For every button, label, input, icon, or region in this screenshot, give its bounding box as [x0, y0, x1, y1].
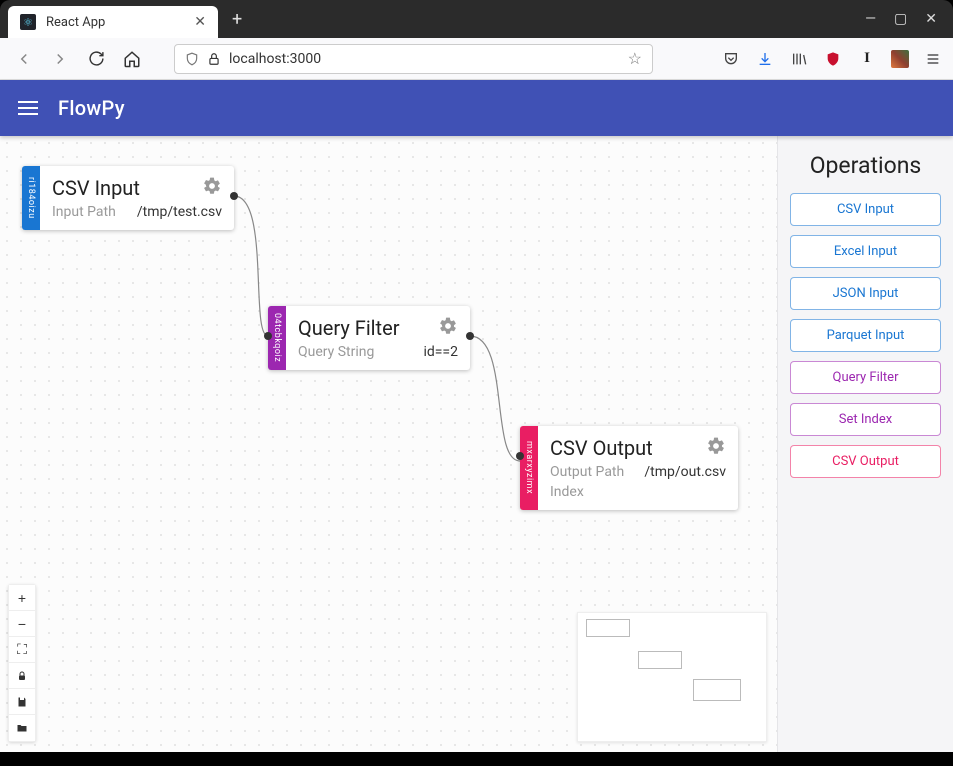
- minimap-node: [693, 679, 741, 701]
- browser-tab[interactable]: ⚛ React App ✕: [8, 6, 218, 38]
- param-label: Output Path: [550, 464, 624, 480]
- minimap-node: [586, 619, 630, 637]
- react-favicon: ⚛: [20, 14, 36, 30]
- operation-button[interactable]: JSON Input: [790, 277, 941, 310]
- new-tab-button[interactable]: +: [232, 9, 242, 30]
- node-body: CSV Output Output Path/tmp/out.csv Index: [538, 426, 738, 510]
- gear-icon[interactable]: [706, 436, 726, 460]
- param-label: Index: [550, 484, 584, 500]
- window-maximize-icon[interactable]: ▢: [894, 11, 907, 27]
- tab-close-icon[interactable]: ✕: [194, 14, 206, 30]
- download-icon[interactable]: [755, 49, 775, 69]
- tab-title: React App: [46, 15, 184, 30]
- app-title: FlowPy: [58, 96, 125, 120]
- window-minimize-icon[interactable]: —: [865, 11, 876, 27]
- nav-home-icon[interactable]: [118, 45, 146, 73]
- param-value: /tmp/test.csv: [137, 204, 222, 220]
- node-body: Query Filter Query String id==2: [286, 306, 470, 370]
- extension-icon[interactable]: [891, 50, 909, 68]
- param-label: Query String: [298, 344, 374, 360]
- nav-back-icon[interactable]: [10, 45, 38, 73]
- browser-menu-icon[interactable]: [923, 49, 943, 69]
- node-title: CSV Input: [52, 176, 140, 200]
- node-id-tag: ri184oizu: [22, 166, 40, 230]
- operation-button[interactable]: Parquet Input: [790, 319, 941, 352]
- param-value: id==2: [423, 344, 458, 360]
- node-title: Query Filter: [298, 316, 399, 340]
- window-close-icon[interactable]: ✕: [925, 11, 937, 27]
- sidebar-title: Operations: [790, 152, 941, 179]
- flow-node[interactable]: 04tcbkqoiz Query Filter Query String id==2: [268, 306, 470, 370]
- node-title: CSV Output: [550, 436, 653, 460]
- node-id: ri184oizu: [26, 177, 36, 219]
- nav-forward-icon[interactable]: [46, 45, 74, 73]
- url-bar[interactable]: localhost:3000 ☆: [174, 44, 653, 74]
- library-icon[interactable]: [789, 49, 809, 69]
- param-label: Input Path: [52, 204, 116, 220]
- operation-button[interactable]: Excel Input: [790, 235, 941, 268]
- input-port[interactable]: [516, 452, 524, 460]
- flow-node[interactable]: mxarxyzimx CSV Output Output Path/tmp/out.…: [520, 426, 738, 510]
- node-body: CSV Input Input Path/tmp/test.csv: [40, 166, 234, 230]
- input-port[interactable]: [264, 332, 272, 340]
- output-port[interactable]: [230, 192, 238, 200]
- gear-icon[interactable]: [438, 316, 458, 340]
- extension-i-icon[interactable]: I: [857, 49, 877, 69]
- canvas-controls: + − ⛶: [8, 584, 36, 742]
- ublock-icon[interactable]: [823, 49, 843, 69]
- zoom-out-button[interactable]: −: [9, 611, 35, 637]
- nav-reload-icon[interactable]: [82, 45, 110, 73]
- bookmark-star-icon[interactable]: ☆: [628, 49, 642, 68]
- node-param-row: Query String id==2: [298, 344, 458, 360]
- app-header: FlowPy: [0, 80, 953, 136]
- operation-button[interactable]: CSV Output: [790, 445, 941, 478]
- url-text: localhost:3000: [229, 51, 620, 67]
- flow-canvas[interactable]: ri184oizu CSV Input Input Path/tmp/test.cs…: [0, 136, 777, 752]
- zoom-in-button[interactable]: +: [9, 585, 35, 611]
- fit-view-button[interactable]: ⛶: [9, 637, 35, 663]
- lock-button[interactable]: [9, 663, 35, 689]
- output-port[interactable]: [466, 332, 474, 340]
- lock-icon: [207, 52, 221, 66]
- operation-button[interactable]: Query Filter: [790, 361, 941, 394]
- folder-button[interactable]: [9, 715, 35, 741]
- node-param-row: Output Path/tmp/out.csv: [550, 464, 726, 480]
- node-id: mxarxyzimx: [524, 441, 534, 494]
- param-value: /tmp/out.csv: [644, 464, 726, 480]
- node-param-row: Index: [550, 484, 726, 500]
- shield-icon: [185, 52, 199, 66]
- node-id-tag: mxarxyzimx: [520, 426, 538, 510]
- save-button[interactable]: [9, 689, 35, 715]
- pocket-icon[interactable]: [721, 49, 741, 69]
- node-id: 04tcbkqoiz: [272, 313, 282, 362]
- browser-toolbar: localhost:3000 ☆ I: [0, 38, 953, 80]
- minimap[interactable]: [577, 612, 767, 742]
- operation-button[interactable]: CSV Input: [790, 193, 941, 226]
- minimap-node: [638, 651, 682, 669]
- menu-icon[interactable]: [18, 101, 38, 115]
- window-titlebar: ⚛ React App ✕ + — ▢ ✕: [0, 0, 953, 38]
- operations-sidebar: Operations CSV Input Excel Input JSON Inpu…: [777, 136, 953, 752]
- operation-button[interactable]: Set Index: [790, 403, 941, 436]
- node-param-row: Input Path/tmp/test.csv: [52, 204, 222, 220]
- flow-node[interactable]: ri184oizu CSV Input Input Path/tmp/test.cs…: [22, 166, 234, 230]
- gear-icon[interactable]: [202, 176, 222, 200]
